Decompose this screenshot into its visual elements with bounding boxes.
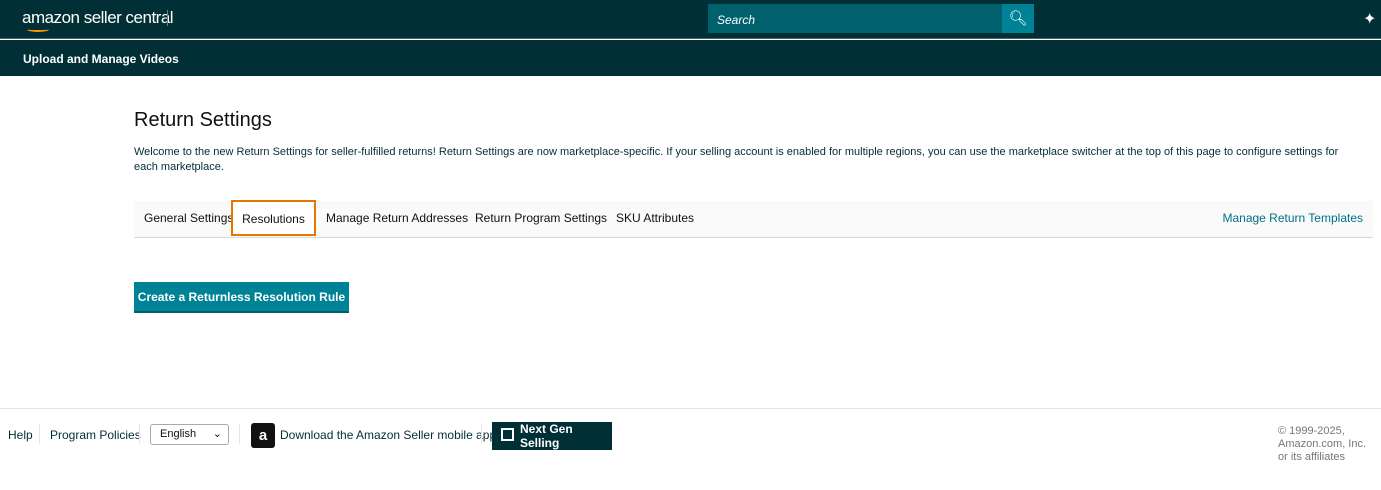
footer: Help Program Policies English ⌄ a Downloa… xyxy=(0,408,1381,490)
divider xyxy=(481,424,482,444)
amazon-app-icon: a xyxy=(251,423,275,448)
logo-smile-icon xyxy=(27,27,49,32)
next-gen-label: Next Gen Selling xyxy=(520,422,573,450)
divider xyxy=(167,10,168,26)
language-select[interactable]: English ⌄ xyxy=(150,424,229,445)
logo[interactable]: amazon seller central xyxy=(22,8,174,28)
help-link[interactable]: Help xyxy=(8,428,33,442)
language-value: English xyxy=(160,428,197,440)
manage-return-templates-link[interactable]: Manage Return Templates xyxy=(1222,211,1363,225)
intro-text: Welcome to the new Return Settings for s… xyxy=(134,146,1339,173)
tab-manage-return-addresses[interactable]: Manage Return Addresses xyxy=(326,211,468,225)
logo-text: amazon seller central xyxy=(22,8,174,27)
sub-nav: Upload and Manage Videos xyxy=(0,40,1381,76)
tab-resolutions[interactable]: Resolutions xyxy=(231,200,316,236)
external-link-icon xyxy=(501,428,514,441)
create-returnless-rule-button[interactable]: Create a Returnless Resolution Rule xyxy=(134,282,349,313)
search-input[interactable]: Search xyxy=(708,4,1002,33)
divider xyxy=(39,424,40,444)
divider xyxy=(139,424,140,444)
sparkle-icon[interactable]: ✦ xyxy=(1363,9,1376,29)
download-app-link[interactable]: Download the Amazon Seller mobile app xyxy=(280,428,496,442)
search-icon: 🔍︎ xyxy=(1008,10,1028,27)
tab-sku-attributes[interactable]: SKU Attributes xyxy=(616,211,694,225)
chevron-down-icon: ⌄ xyxy=(212,428,222,440)
next-gen-selling-button[interactable]: Next Gen Selling xyxy=(492,422,612,450)
tab-bar: General Settings Resolutions Manage Retu… xyxy=(134,200,1373,238)
copyright: © 1999-2025, Amazon.com, Inc. or its aff… xyxy=(1278,425,1367,463)
page-title: Return Settings xyxy=(134,109,272,131)
nav-upload-videos[interactable]: Upload and Manage Videos xyxy=(23,52,179,66)
tab-general-settings[interactable]: General Settings xyxy=(144,211,233,225)
tab-return-program-settings[interactable]: Return Program Settings xyxy=(475,211,607,225)
top-bar: amazon seller central Search 🔍︎ ✦ xyxy=(0,0,1381,39)
search-button[interactable]: 🔍︎ xyxy=(1002,4,1034,33)
program-policies-link[interactable]: Program Policies xyxy=(50,428,141,442)
divider xyxy=(239,424,240,444)
